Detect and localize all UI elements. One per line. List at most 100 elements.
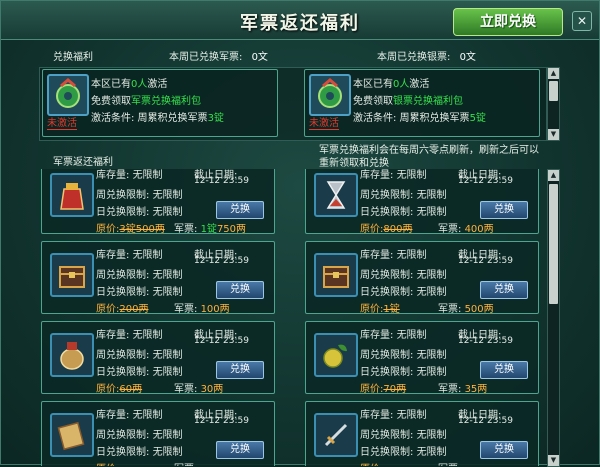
redeem-now-button[interactable]: 立即兑换 <box>453 8 563 36</box>
free-pack-line: 免费领取军票兑换福利包 <box>91 92 201 107</box>
exchange-button[interactable]: 兑换 <box>216 201 264 219</box>
stock-label: 库存量: <box>96 330 130 341</box>
deadline-date: 12-12 23:59 <box>458 416 513 426</box>
ticket-price-label: 军票: <box>174 384 198 395</box>
stock-line: 库存量: 无限制 <box>360 406 427 421</box>
exchange-button[interactable]: 兑换 <box>216 361 264 379</box>
original-price: 原价:60两 <box>96 380 142 395</box>
free-prefix: 免费领取 <box>353 96 393 107</box>
reward-item-card[interactable]: 库存量: 无限制 截止日期: 12-12 23:59 周兑换限制: 无限制 日兑换限制:… <box>305 241 539 315</box>
ticket-price-label: 军票: <box>438 224 462 235</box>
close-button[interactable]: ✕ <box>572 11 592 31</box>
original-price-label: 原价: <box>360 224 384 235</box>
deadline-date: 12-12 23:59 <box>194 416 249 426</box>
daily-limit-label: 日兑换限制: <box>360 207 414 218</box>
reward-item-card[interactable]: 库存量: 无限制 截止日期: 12-12 23:59 周兑换限制: 无限制 日兑换限制:… <box>41 401 275 466</box>
treasure-chest-icon <box>314 253 358 297</box>
stock-line: 库存量: 无限制 <box>360 169 427 181</box>
ticket-price-ingot: 1锭 <box>200 224 217 235</box>
benefit-card[interactable]: 未激活 本区已有0人激活 免费领取银票兑换福利包 激活条件: 周累积兑换军票5锭 <box>304 69 540 137</box>
weekly-limit-value: 无限制 <box>152 270 183 281</box>
reward-item-card[interactable]: 库存量: 无限制 截止日期: 12-12 23:59 周兑换限制: 无限制 日兑换限制:… <box>41 321 275 395</box>
weekly-limit-line: 周兑换限制: 无限制 <box>360 346 447 361</box>
week-silver-label: 本周已兑换银票: <box>377 52 451 63</box>
exchange-button[interactable]: 兑换 <box>216 441 264 459</box>
daily-limit-line: 日兑换限制: 无限制 <box>96 363 183 378</box>
original-price: 原价:3锭500两 <box>96 220 165 235</box>
ticket-price-label: 军票: <box>174 224 198 235</box>
daily-limit-value: 无限制 <box>152 207 183 218</box>
ticket-price-label: 军票: <box>174 464 197 466</box>
daily-limit-label: 日兑换限制: <box>360 287 414 298</box>
daily-limit-line: 日兑换限制: 无限制 <box>96 203 183 218</box>
scroll-thumb[interactable] <box>549 81 558 101</box>
reward-item-card[interactable]: 库存量: 无限制 截止日期: 12-12 23:59 周兑换限制: 无限制 日兑换限制:… <box>305 321 539 395</box>
reward-item-card[interactable]: 库存量: 无限制 截止日期: 12-12 23:59 周兑换限制: 无限制 日兑换限制:… <box>41 241 275 315</box>
stock-line: 库存量: 无限制 <box>360 246 427 261</box>
daily-limit-label: 日兑换限制: <box>96 287 150 298</box>
exchange-button[interactable]: 兑换 <box>480 441 528 459</box>
scroll-up-arrow[interactable]: ▲ <box>548 170 559 181</box>
benefit-scrollbar[interactable]: ▲ ▼ <box>547 67 560 141</box>
pack-name: 银票兑换福利包 <box>393 96 463 107</box>
ticket-price-label: 军票: <box>174 304 198 315</box>
reward-item-card[interactable]: 库存量: 无限制 截止日期: 12-12 23:59 周兑换限制: 无限制 日兑换限制:… <box>41 169 275 235</box>
scroll-down-arrow[interactable]: ▼ <box>548 455 559 466</box>
daily-limit-line: 日兑换限制: 无限制 <box>360 363 447 378</box>
reward-item-card[interactable]: 库存量: 无限制 截止日期: 12-12 23:59 周兑换限制: 无限制 日兑换限制:… <box>305 169 539 235</box>
wine-jar-icon <box>50 333 94 377</box>
sword-icon <box>314 413 358 457</box>
weekly-limit-line: 周兑换限制: 无限制 <box>96 186 183 201</box>
welfare-window: 军票返还福利 立即兑换 ✕ 兑换福利 本周已兑换军票: 0文 本周已兑换银票: … <box>0 0 600 467</box>
original-price-label: 原价: <box>360 304 384 315</box>
ticket-price-label: 军票: <box>438 304 462 315</box>
reward-item-card[interactable]: 库存量: 无限制 截止日期: 12-12 23:59 周兑换限制: 无限制 日兑换限制:… <box>305 401 539 466</box>
exchange-button[interactable]: 兑换 <box>480 201 528 219</box>
benefit-card[interactable]: 未激活 本区已有0人激活 免费领取军票兑换福利包 激活条件: 周累积兑换军票3锭 <box>42 69 278 137</box>
scroll-down-arrow[interactable]: ▼ <box>548 129 559 140</box>
stock-value: 无限制 <box>132 330 163 341</box>
deadline-date: 12-12 23:59 <box>458 336 513 346</box>
stock-label: 库存量: <box>360 250 394 261</box>
reward-list: 库存量: 无限制 截止日期: 12-12 23:59 周兑换限制: 无限制 日兑换限制:… <box>37 169 545 466</box>
fruit-icon <box>314 333 358 377</box>
original-price: 原价:1锭 <box>360 300 400 315</box>
hourglass-icon <box>314 173 358 217</box>
status-inactive: 未激活 <box>47 118 77 130</box>
daily-limit-label: 日兑换限制: <box>96 207 150 218</box>
stock-value: 无限制 <box>132 250 163 261</box>
deadline-date: 12-12 23:59 <box>194 336 249 346</box>
deadline-date: 12-12 23:59 <box>194 176 249 186</box>
exchange-button[interactable]: 兑换 <box>480 361 528 379</box>
stock-line: 库存量: 无限制 <box>360 326 427 341</box>
scroll-thumb[interactable] <box>549 184 558 304</box>
status-inactive: 未激活 <box>309 118 339 130</box>
condition-amount: 5锭 <box>469 113 486 124</box>
refresh-notice: 军票兑换福利会在每周六零点刷新，刷新之后可以重新领取和兑换 <box>319 145 539 169</box>
ticket-price-tael: 750两 <box>216 224 247 235</box>
condition-prefix: 激活条件: 周累积兑换军票 <box>91 113 208 124</box>
stock-label: 库存量: <box>96 250 130 261</box>
weekly-limit-value: 无限制 <box>152 430 183 441</box>
exchange-button[interactable]: 兑换 <box>216 281 264 299</box>
treasure-chest-icon <box>50 253 94 297</box>
daily-limit-line: 日兑换限制: 无限制 <box>96 283 183 298</box>
weekly-limit-label: 周兑换限制: <box>96 190 150 201</box>
activated-count-line: 本区已有0人激活 <box>353 75 429 90</box>
weekly-limit-line: 周兑换限制: 无限制 <box>360 426 447 441</box>
ticket-price-tael: 400两 <box>464 224 494 235</box>
scroll-up-arrow[interactable]: ▲ <box>548 68 559 79</box>
free-pack-line: 免费领取银票兑换福利包 <box>353 92 463 107</box>
ticket-price: 军票: <box>174 460 197 466</box>
condition-line: 激活条件: 周累积兑换军票3锭 <box>91 109 224 124</box>
condition-prefix: 激活条件: 周累积兑换军票 <box>353 113 470 124</box>
reward-list-scrollbar[interactable]: ▲ ▼ <box>547 169 560 467</box>
activated-suffix: 激活 <box>409 79 430 90</box>
stock-line: 库存量: 无限制 <box>96 406 163 421</box>
weekly-limit-line: 周兑换限制: 无限制 <box>96 266 183 281</box>
ticket-price-tael: 30两 <box>200 384 224 395</box>
daily-limit-line: 日兑换限制: 无限制 <box>360 283 447 298</box>
daily-limit-label: 日兑换限制: <box>96 447 150 458</box>
deadline-date: 12-12 23:59 <box>194 256 249 266</box>
exchange-button[interactable]: 兑换 <box>480 281 528 299</box>
